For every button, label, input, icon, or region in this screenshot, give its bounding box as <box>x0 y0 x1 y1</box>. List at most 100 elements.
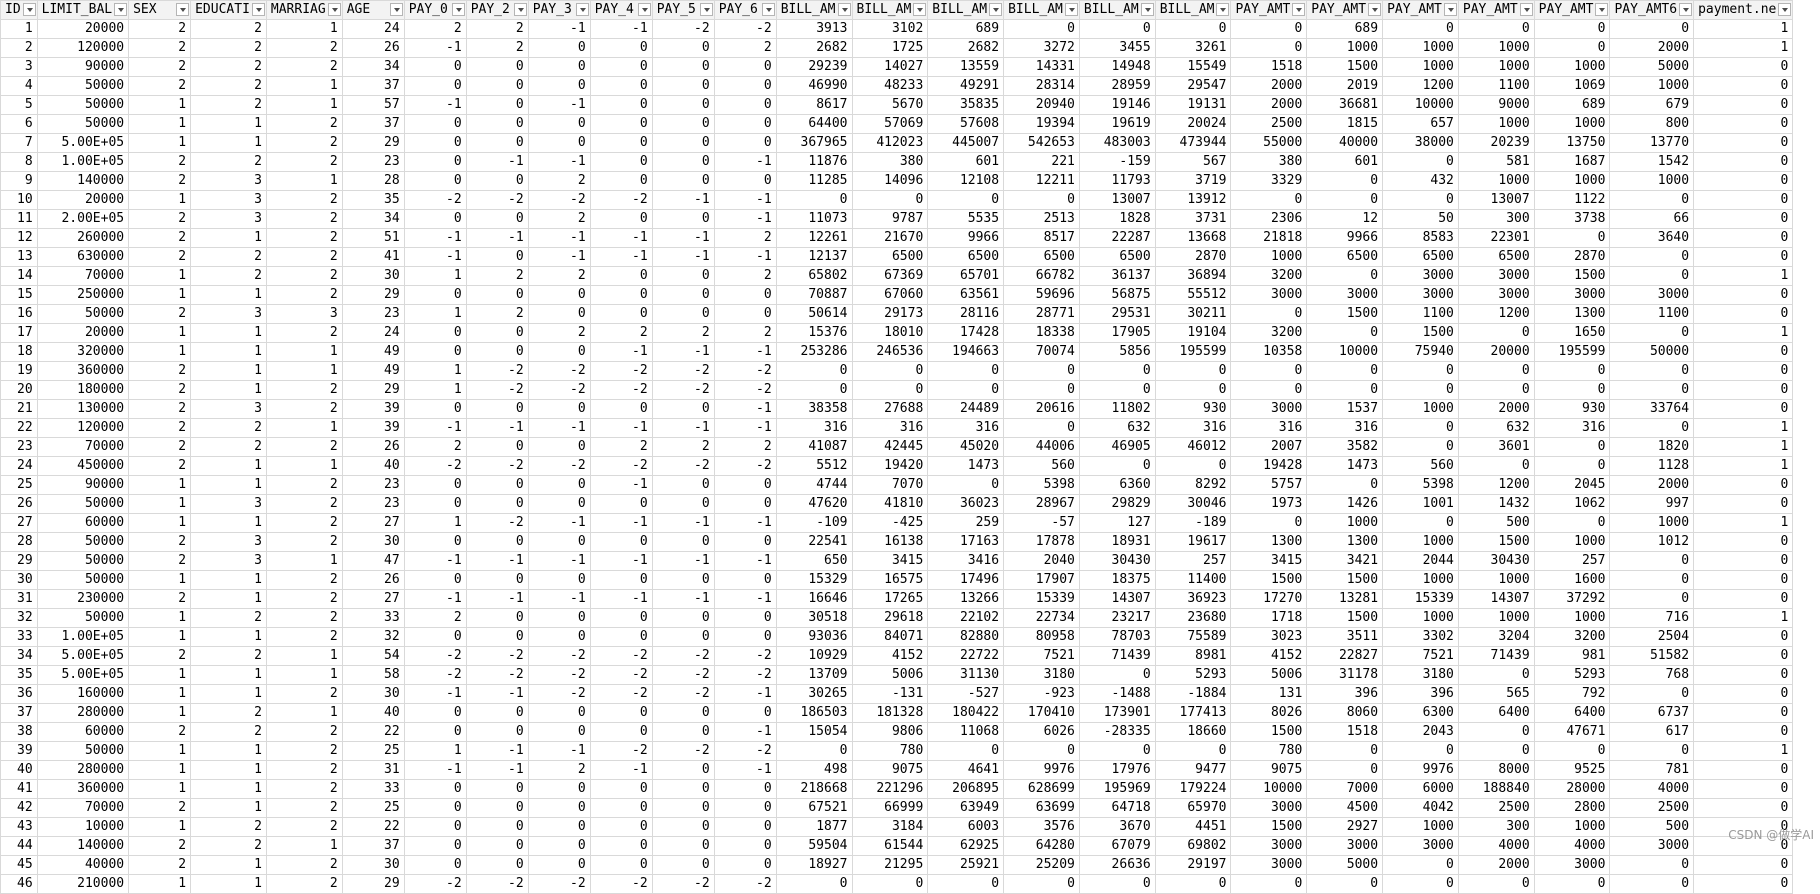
table-cell[interactable]: 36681 <box>1307 96 1383 115</box>
table-cell[interactable]: 17976 <box>1079 761 1155 780</box>
table-cell[interactable]: 2 <box>266 571 342 590</box>
table-cell[interactable]: 26 <box>342 438 404 457</box>
row-id-cell[interactable]: 21 <box>1 400 38 419</box>
table-cell[interactable]: -1 <box>404 419 466 438</box>
table-cell[interactable]: 1 <box>191 381 267 400</box>
table-cell[interactable]: 0 <box>1079 875 1155 894</box>
column-header[interactable]: BILL_AM <box>852 1 928 20</box>
table-cell[interactable]: 38358 <box>776 400 852 419</box>
row-id-cell[interactable]: 26 <box>1 495 38 514</box>
table-cell[interactable]: 120000 <box>37 39 128 58</box>
table-cell[interactable]: 30518 <box>776 609 852 628</box>
column-header[interactable]: PAY_6 <box>714 1 776 20</box>
table-cell[interactable]: 38000 <box>1383 134 1459 153</box>
table-cell[interactable]: 0 <box>466 533 528 552</box>
table-cell[interactable]: 0 <box>1383 153 1459 172</box>
table-cell[interactable]: 64280 <box>1004 837 1080 856</box>
table-cell[interactable]: 50000 <box>37 115 128 134</box>
table-cell[interactable]: 9525 <box>1534 761 1610 780</box>
table-cell[interactable]: 2 <box>266 590 342 609</box>
table-cell[interactable]: 41810 <box>852 495 928 514</box>
table-cell[interactable]: 0 <box>404 723 466 742</box>
table-cell[interactable]: 2 <box>266 780 342 799</box>
table-cell[interactable]: 0 <box>714 856 776 875</box>
table-cell[interactable]: 2 <box>129 362 191 381</box>
table-cell[interactable]: 0 <box>1534 875 1610 894</box>
table-cell[interactable]: 23 <box>342 476 404 495</box>
row-id-cell[interactable]: 25 <box>1 476 38 495</box>
row-id-cell[interactable]: 7 <box>1 134 38 153</box>
table-cell[interactable]: 64718 <box>1079 799 1155 818</box>
table-cell[interactable]: 0 <box>1458 666 1534 685</box>
table-cell[interactable]: 8292 <box>1155 476 1231 495</box>
table-cell[interactable]: 2040 <box>1004 552 1080 571</box>
table-cell[interactable]: 41 <box>342 248 404 267</box>
table-cell[interactable]: 206895 <box>928 780 1004 799</box>
table-cell[interactable]: 0 <box>1694 856 1793 875</box>
table-cell[interactable]: 5293 <box>1534 666 1610 685</box>
table-cell[interactable]: 3000 <box>1534 856 1610 875</box>
table-cell[interactable]: 2 <box>266 248 342 267</box>
table-cell[interactable]: 0 <box>928 875 1004 894</box>
row-id-cell[interactable]: 42 <box>1 799 38 818</box>
table-cell[interactable]: 0 <box>714 305 776 324</box>
table-cell[interactable]: -1 <box>528 552 590 571</box>
table-cell[interactable]: 0 <box>466 856 528 875</box>
table-cell[interactable]: 1200 <box>1383 77 1459 96</box>
table-cell[interactable]: 24 <box>342 20 404 39</box>
table-cell[interactable]: 2 <box>266 191 342 210</box>
table-cell[interactable]: 0 <box>652 476 714 495</box>
table-cell[interactable]: 90000 <box>37 58 128 77</box>
table-cell[interactable]: 30 <box>342 856 404 875</box>
table-cell[interactable]: 14948 <box>1079 58 1155 77</box>
table-cell[interactable]: 50000 <box>37 305 128 324</box>
table-cell[interactable]: 0 <box>590 172 652 191</box>
table-cell[interactable]: 3000 <box>1458 267 1534 286</box>
table-cell[interactable]: 1.00E+05 <box>37 628 128 647</box>
table-cell[interactable]: 28000 <box>1534 780 1610 799</box>
table-cell[interactable]: 0 <box>1155 20 1231 39</box>
table-cell[interactable]: 2 <box>129 533 191 552</box>
table-cell[interactable]: 0 <box>528 286 590 305</box>
table-cell[interactable]: 0 <box>714 134 776 153</box>
table-cell[interactable]: 50000 <box>37 742 128 761</box>
table-cell[interactable]: 0 <box>852 875 928 894</box>
table-cell[interactable]: -1 <box>404 229 466 248</box>
table-cell[interactable]: -1 <box>466 153 528 172</box>
table-cell[interactable]: 57069 <box>852 115 928 134</box>
table-cell[interactable]: 3000 <box>1231 400 1307 419</box>
table-cell[interactable]: 2 <box>191 438 267 457</box>
table-cell[interactable]: 2 <box>590 438 652 457</box>
table-cell[interactable]: 0 <box>404 172 466 191</box>
table-cell[interactable]: 360000 <box>37 780 128 799</box>
table-cell[interactable]: 0 <box>714 115 776 134</box>
table-cell[interactable]: 51 <box>342 229 404 248</box>
table-cell[interactable]: -2 <box>590 457 652 476</box>
table-cell[interactable]: 0 <box>1458 381 1534 400</box>
table-cell[interactable]: 1069 <box>1534 77 1610 96</box>
table-cell[interactable]: 2 <box>129 400 191 419</box>
table-cell[interactable]: -1 <box>466 685 528 704</box>
table-cell[interactable]: 1 <box>191 134 267 153</box>
table-cell[interactable]: 19619 <box>1079 115 1155 134</box>
table-cell[interactable]: -2 <box>652 875 714 894</box>
table-cell[interactable]: 0 <box>466 704 528 723</box>
table-cell[interactable]: 1000 <box>1534 58 1610 77</box>
table-cell[interactable]: -1 <box>404 552 466 571</box>
table-cell[interactable]: -2 <box>404 647 466 666</box>
table-cell[interactable]: 11073 <box>776 210 852 229</box>
table-cell[interactable]: 16575 <box>852 571 928 590</box>
table-cell[interactable]: 2 <box>129 172 191 191</box>
table-cell[interactable]: 2 <box>266 267 342 286</box>
table-cell[interactable]: 632 <box>1458 419 1534 438</box>
table-cell[interactable]: 1100 <box>1383 305 1459 324</box>
table-cell[interactable]: 3180 <box>1383 666 1459 685</box>
table-cell[interactable]: 31 <box>342 761 404 780</box>
table-cell[interactable]: 0 <box>1694 685 1793 704</box>
table-cell[interactable]: -2 <box>404 191 466 210</box>
table-cell[interactable]: 1 <box>1694 267 1793 286</box>
table-cell[interactable]: 396 <box>1307 685 1383 704</box>
table-cell[interactable]: 55000 <box>1231 134 1307 153</box>
table-cell[interactable]: -2 <box>652 647 714 666</box>
table-cell[interactable]: 1 <box>129 685 191 704</box>
